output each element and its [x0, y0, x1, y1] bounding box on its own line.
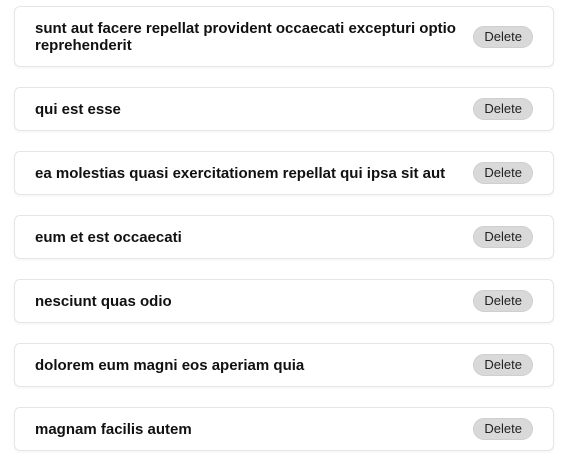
post-item: ea molestias quasi exercitationem repell… — [14, 151, 554, 195]
delete-button[interactable]: Delete — [473, 354, 533, 376]
delete-button[interactable]: Delete — [473, 290, 533, 312]
delete-button[interactable]: Delete — [473, 98, 533, 120]
post-title: dolorem eum magni eos aperiam quia — [35, 356, 305, 374]
post-list: sunt aut facere repellat provident occae… — [14, 6, 554, 471]
post-title: ea molestias quasi exercitationem repell… — [35, 164, 446, 182]
delete-button[interactable]: Delete — [473, 25, 533, 48]
post-item: dolorem eum magni eos aperiam quia Delet… — [14, 343, 554, 387]
post-item: magnam facilis autem Delete — [14, 407, 554, 451]
post-item: sunt aut facere repellat provident occae… — [14, 6, 554, 67]
post-item: qui est esse Delete — [14, 87, 554, 131]
post-item: nesciunt quas odio Delete — [14, 279, 554, 323]
post-title: nesciunt quas odio — [35, 292, 172, 310]
post-title: eum et est occaecati — [35, 228, 182, 246]
delete-button[interactable]: Delete — [473, 226, 533, 248]
delete-button[interactable]: Delete — [473, 162, 533, 184]
delete-button[interactable]: Delete — [473, 418, 533, 440]
post-title: qui est esse — [35, 100, 121, 118]
post-title: sunt aut facere repellat provident occae… — [35, 19, 456, 54]
post-title: magnam facilis autem — [35, 420, 192, 438]
post-item: eum et est occaecati Delete — [14, 215, 554, 259]
